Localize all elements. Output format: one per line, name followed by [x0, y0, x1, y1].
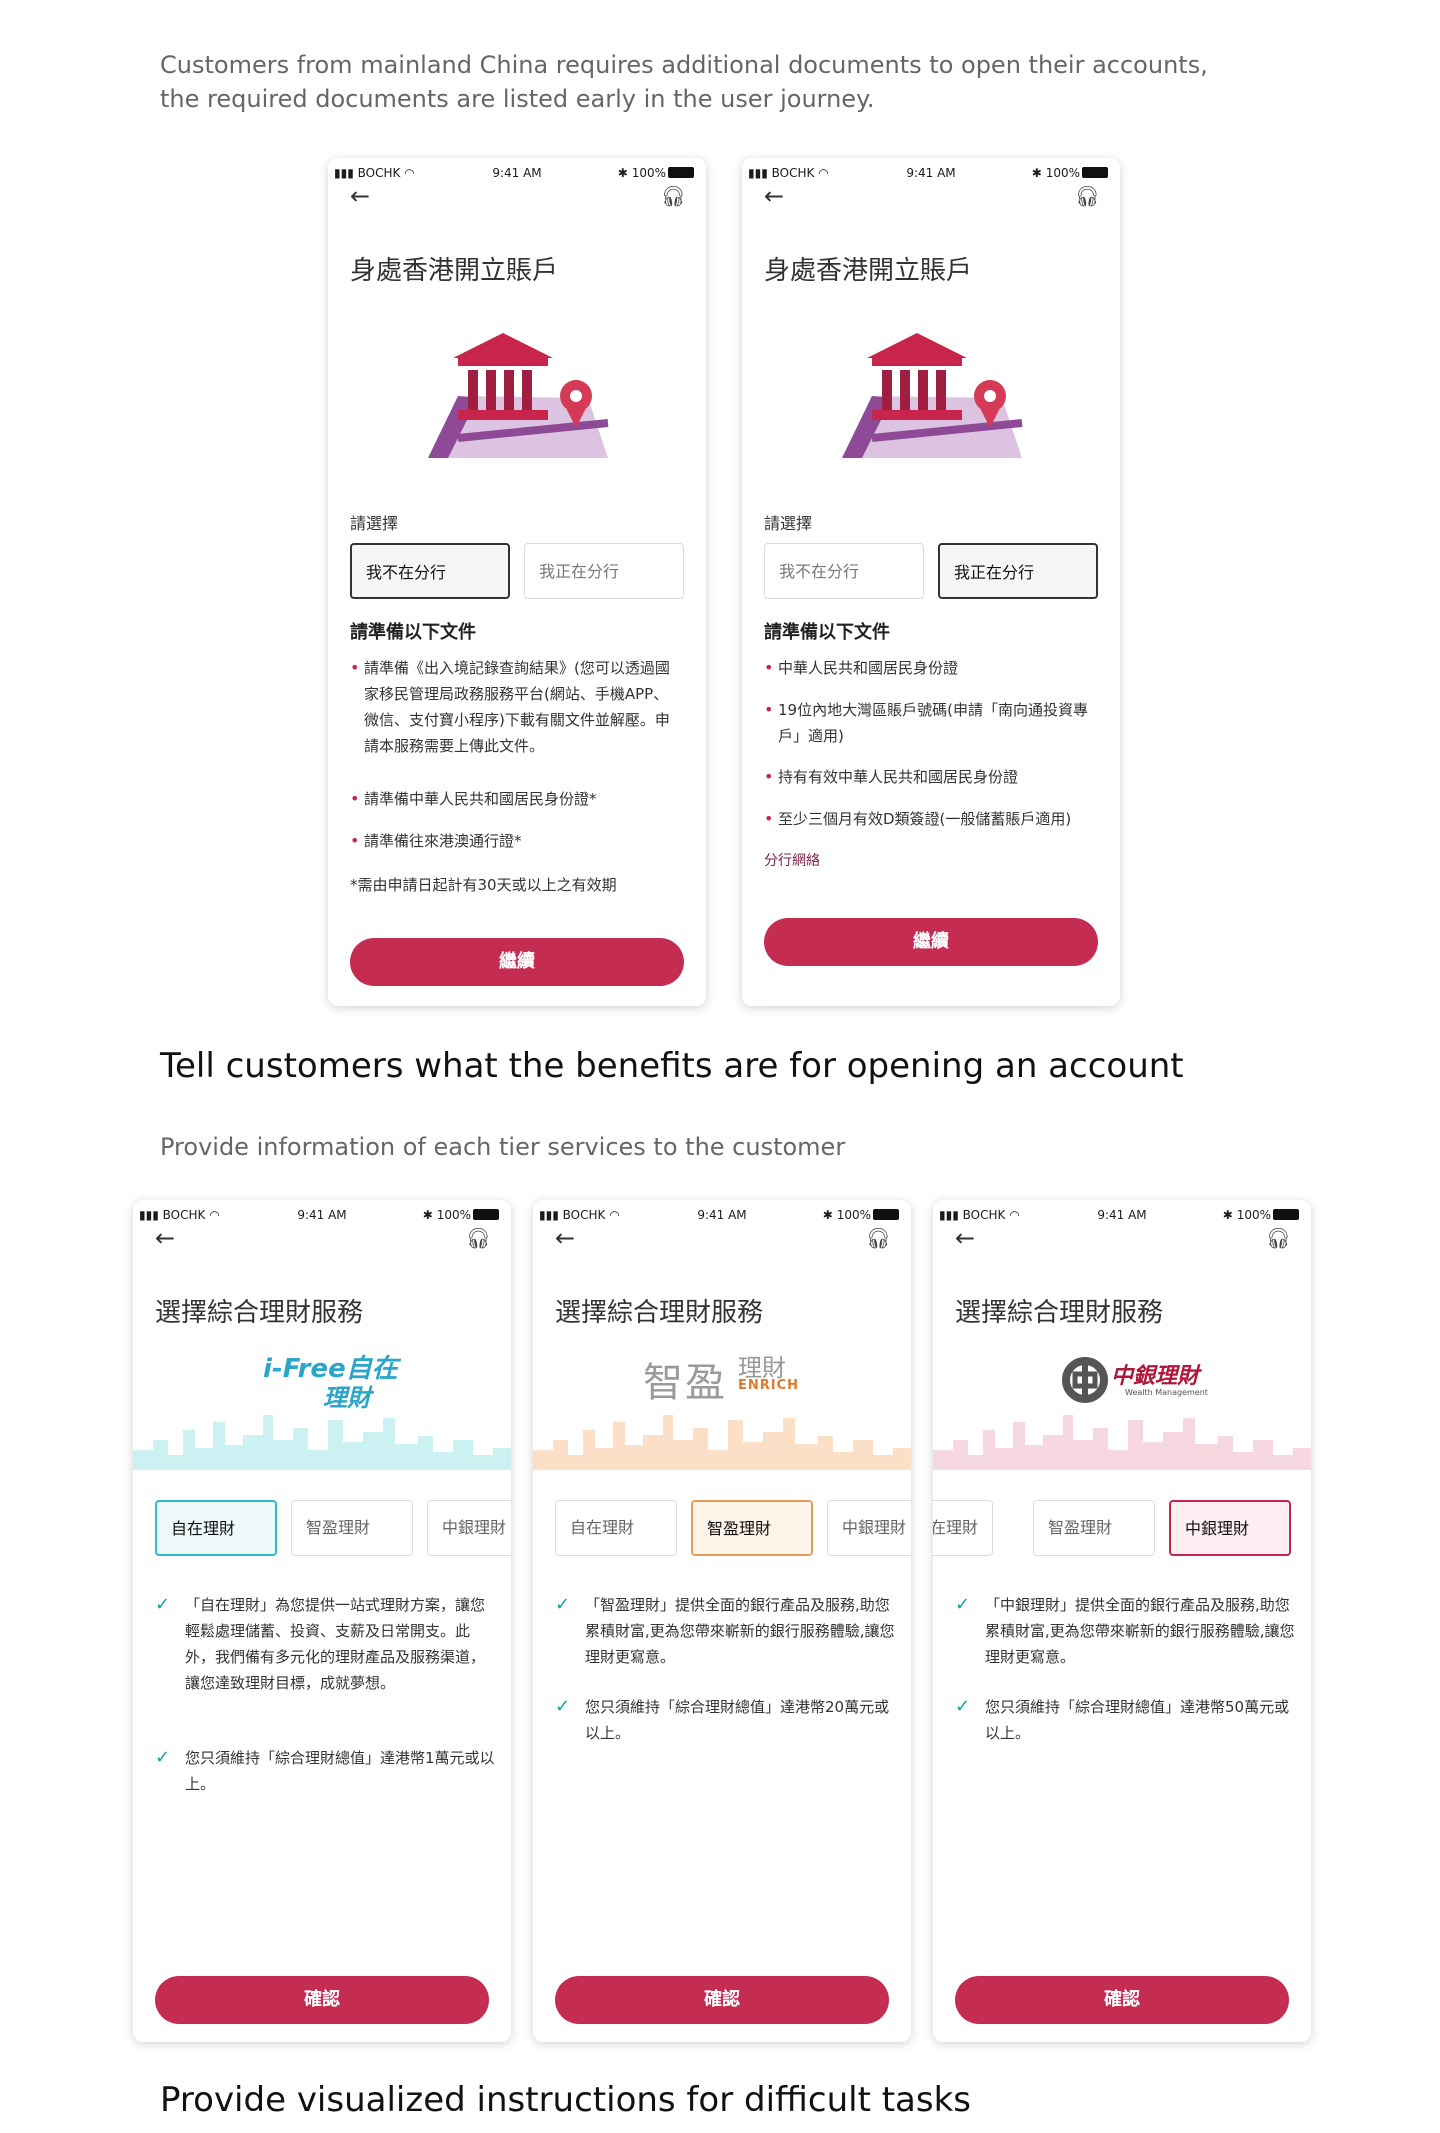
wealth-logo: 中銀理財 Wealth Management [933, 1338, 1311, 1468]
section-heading-benefits: Tell customers what the benefits are for… [160, 1046, 1184, 1086]
bank-map-icon [428, 333, 609, 458]
checkmark-icon: ✓ [155, 1594, 171, 1615]
page-title: 選擇綜合理財服務 [555, 1298, 764, 1328]
ifree-logo: i-Free自在 理財 [263, 1354, 398, 1412]
tab-enrich[interactable]: 智盈理財 [691, 1500, 813, 1556]
phone-open-account-in-branch: ▮▮▮ BOCHK ◠ 9:41 AM ✱ 100% ← 🎧︎ 身處香港開立賬戶… [742, 158, 1120, 1006]
page-title: 選擇綜合理財服務 [155, 1298, 364, 1328]
status-bar: ▮▮▮ BOCHK ◠ 9:41 AM ✱ 100% [742, 158, 1120, 188]
checkmark-icon: ✓ [155, 1747, 171, 1768]
section-desc-benefits: Provide information of each tier service… [160, 1133, 846, 1161]
enrich-logo: 智盈 理財 ENRICH [643, 1354, 800, 1406]
benefit-item: ✓ 您只須維持「綜合理財總值」達港幣1萬元或以上。 [155, 1747, 495, 1793]
tab-ifree[interactable]: 自在理財 [155, 1500, 277, 1556]
battery: ✱ 100% [618, 166, 694, 180]
battery: ✱ 100% [423, 1208, 499, 1222]
benefit-item: ✓ 您只須維持「綜合理財總值」達港幣20萬元或以上。 [555, 1696, 890, 1742]
battery-icon [668, 167, 694, 178]
checkmark-icon: ✓ [955, 1594, 971, 1615]
bluetooth-icon: ✱ [1031, 166, 1042, 180]
tab-enrich[interactable]: 智盈理財 [291, 1500, 413, 1556]
doc-item: 19位內地大灣區賬戶號碼(申請「南向通投資專戶」適用) [764, 697, 1094, 749]
option-in-branch[interactable]: 我正在分行 [938, 543, 1098, 599]
benefit-item: ✓ 「自在理財」為您提供一站式理財方案，讓您輕鬆處理儲蓄、投資、支薪及日常開支。此… [155, 1594, 486, 1692]
headset-icon[interactable]: 🎧︎ [661, 184, 686, 208]
confirm-button[interactable]: 確認 [955, 1976, 1289, 2024]
doc-item: 請準備往來港澳通行證* [350, 828, 680, 854]
bluetooth-icon: ✱ [822, 1208, 833, 1222]
headset-icon[interactable]: 🎧︎ [866, 1226, 891, 1250]
continue-button[interactable]: 繼續 [350, 938, 684, 986]
battery-icon [473, 1209, 499, 1220]
checkmark-icon: ✓ [555, 1696, 571, 1717]
headset-icon[interactable]: 🎧︎ [466, 1226, 491, 1250]
doc-item: 至少三個月有效D類簽證(一般儲蓄賬戶適用) [764, 806, 1094, 832]
doc-item: 持有有效中華人民共和國居民身份證 [764, 764, 1094, 790]
checkmark-icon: ✓ [955, 1696, 971, 1717]
headset-icon[interactable]: 🎧︎ [1075, 184, 1100, 208]
battery: ✱ 100% [1032, 166, 1108, 180]
headset-icon[interactable]: 🎧︎ [1266, 1226, 1291, 1250]
bluetooth-icon: ✱ [617, 166, 628, 180]
back-arrow-icon[interactable]: ← [764, 182, 784, 210]
phone-tier-ifree: ▮▮▮ BOCHK ◠ 9:41 AM ✱ 100% ← 🎧︎ 選擇綜合理財服務… [133, 1200, 511, 2042]
phone-tier-enrich: ▮▮▮ BOCHK ◠ 9:41 AM ✱ 100% ← 🎧︎ 選擇綜合理財服務… [533, 1200, 911, 2042]
status-bar: ▮▮▮ BOCHK ◠ 9:41 AM ✱ 100% [133, 1200, 511, 1230]
back-arrow-icon[interactable]: ← [555, 1224, 575, 1252]
battery: ✱ 100% [823, 1208, 899, 1222]
docs-heading: 請準備以下文件 [350, 622, 476, 643]
benefit-item: ✓ 您只須維持「綜合理財總值」達港幣50萬元或以上。 [955, 1696, 1290, 1742]
page-title: 身處香港開立賬戶 [350, 256, 559, 286]
bank-map-icon [842, 333, 1023, 458]
tab-ifree[interactable]: 自在理財 [555, 1500, 677, 1556]
option-in-branch[interactable]: 我正在分行 [524, 543, 684, 599]
benefit-item: ✓ 「中銀理財」提供全面的銀行產品及服務,助您累積財富,更為您帶來嶄新的銀行服務體… [955, 1594, 1295, 1666]
back-arrow-icon[interactable]: ← [350, 182, 370, 210]
tab-enrich[interactable]: 智盈理財 [1033, 1500, 1155, 1556]
back-arrow-icon[interactable]: ← [955, 1224, 975, 1252]
tab-wealth[interactable]: 中銀理財 [427, 1500, 511, 1556]
bluetooth-icon: ✱ [422, 1208, 433, 1222]
option-not-in-branch[interactable]: 我不在分行 [350, 543, 510, 599]
back-arrow-icon[interactable]: ← [155, 1224, 175, 1252]
continue-button[interactable]: 繼續 [764, 918, 1098, 966]
phone-open-account-not-branch: ▮▮▮ BOCHK ◠ 9:41 AM ✱ 100% ← 🎧︎ 身處香港開立賬戶… [328, 158, 706, 1006]
doc-item: 請準備《出入境記錄查詢結果》(您可以透過國家移民管理局政務服務平台(網站、手機A… [350, 655, 680, 759]
tab-wealth[interactable]: 中銀理財 [1169, 1500, 1291, 1556]
docs-heading: 請準備以下文件 [764, 622, 890, 643]
choose-label: 請選擇 [764, 514, 813, 533]
section-heading-visual: Provide visualized instructions for diff… [160, 2080, 972, 2120]
confirm-button[interactable]: 確認 [555, 1976, 889, 2024]
validity-note: *需由申請日起計有30天或以上之有效期 [350, 876, 617, 894]
boc-emblem-icon [1062, 1357, 1108, 1403]
page-title: 選擇綜合理財服務 [955, 1298, 1164, 1328]
benefit-item: ✓ 「智盈理財」提供全面的銀行產品及服務,助您累積財富,更為您帶來嶄新的銀行服務體… [555, 1594, 895, 1666]
branch-network-link[interactable]: 分行網絡 [764, 850, 820, 870]
intro-text: Customers from mainland China requires a… [160, 51, 1208, 113]
bluetooth-icon: ✱ [1222, 1208, 1233, 1222]
option-not-in-branch[interactable]: 我不在分行 [764, 543, 924, 599]
confirm-button[interactable]: 確認 [155, 1976, 489, 2024]
status-bar: ▮▮▮ BOCHK ◠ 9:41 AM ✱ 100% [533, 1200, 911, 1230]
status-bar: ▮▮▮ BOCHK ◠ 9:41 AM ✱ 100% [328, 158, 706, 188]
page-title: 身處香港開立賬戶 [764, 256, 973, 286]
battery: ✱ 100% [1223, 1208, 1299, 1222]
battery-icon [873, 1209, 899, 1220]
battery-icon [1082, 167, 1108, 178]
tab-ifree[interactable]: 在理財 [933, 1500, 993, 1556]
checkmark-icon: ✓ [555, 1594, 571, 1615]
tab-wealth[interactable]: 中銀理財 [827, 1500, 911, 1556]
choose-label: 請選擇 [350, 514, 399, 533]
battery-icon [1273, 1209, 1299, 1220]
doc-item: 中華人民共和國居民身份證 [764, 655, 1094, 681]
status-bar: ▮▮▮ BOCHK ◠ 9:41 AM ✱ 100% [933, 1200, 1311, 1230]
phone-tier-wealth: ▮▮▮ BOCHK ◠ 9:41 AM ✱ 100% ← 🎧︎ 選擇綜合理財服務… [933, 1200, 1311, 2042]
doc-item: 請準備中華人民共和國居民身份證* [350, 786, 680, 812]
